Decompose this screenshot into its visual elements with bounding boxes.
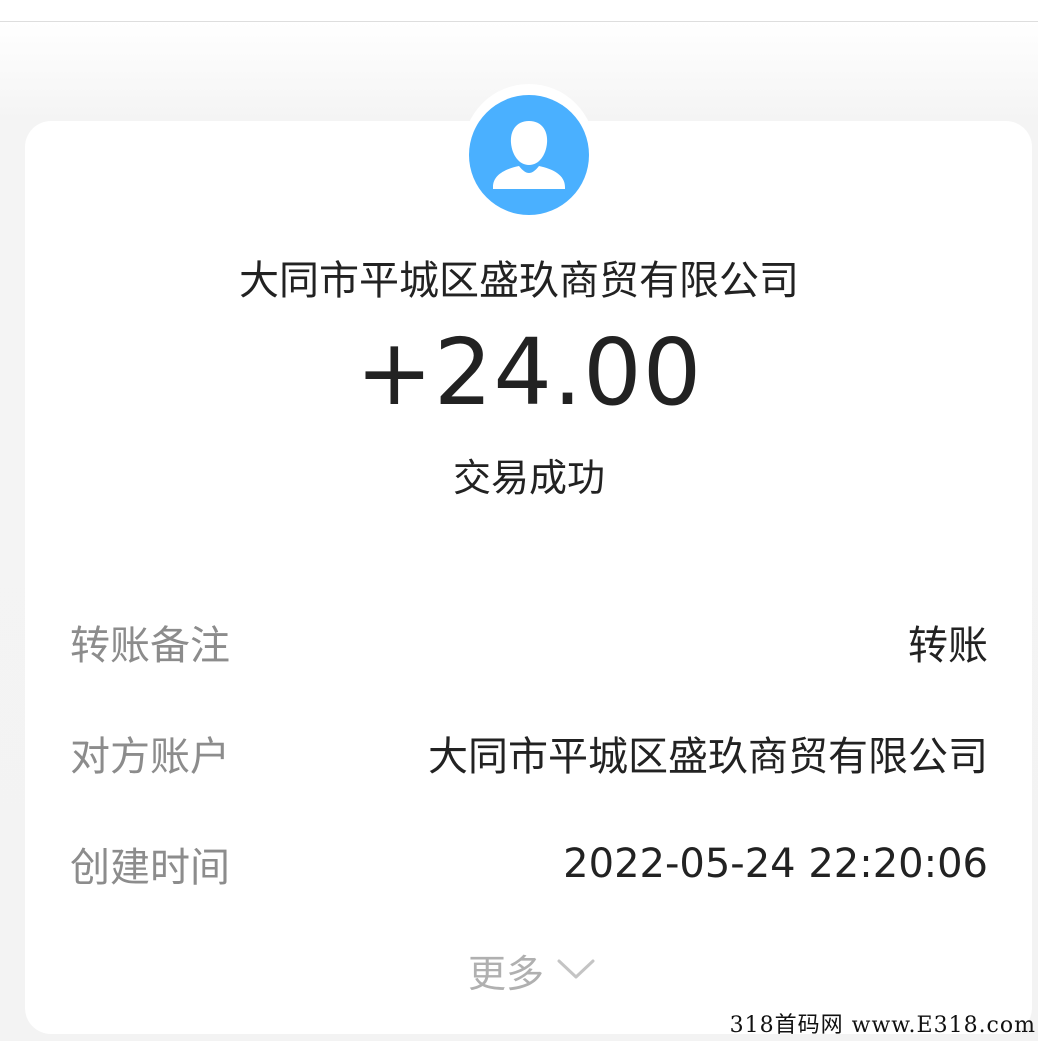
transaction-status: 交易成功 — [452, 456, 605, 500]
transaction-amount: +24.00 — [355, 319, 703, 426]
detail-value: 大同市平城区盛玖商贸有限公司 — [428, 734, 988, 780]
detail-label: 创建时间 — [70, 845, 230, 891]
more-button[interactable]: 更多 — [468, 944, 596, 996]
more-label: 更多 — [468, 951, 545, 996]
chevron-down-icon — [556, 948, 596, 992]
detail-label: 转账备注 — [70, 623, 230, 669]
detail-row-created-time: 创建时间 2022-05-24 22:20:06 — [70, 836, 988, 892]
transaction-detail-page: 大同市平城区盛玖商贸有限公司 +24.00 交易成功 转账备注 转账 对方账户 … — [0, 0, 1038, 1041]
detail-row-remark: 转账备注 转账 — [70, 614, 988, 670]
watermark: 318首码网 www.E318.com — [729, 1013, 1036, 1038]
detail-label: 对方账户 — [70, 734, 230, 780]
detail-value: 2022-05-24 22:20:06 — [563, 841, 988, 887]
detail-value: 转账 — [908, 623, 988, 669]
top-divider — [0, 21, 1038, 22]
detail-row-account: 对方账户 大同市平城区盛玖商贸有限公司 — [70, 725, 988, 781]
user-avatar-icon — [469, 95, 589, 215]
counterparty-name: 大同市平城区盛玖商贸有限公司 — [239, 258, 799, 304]
